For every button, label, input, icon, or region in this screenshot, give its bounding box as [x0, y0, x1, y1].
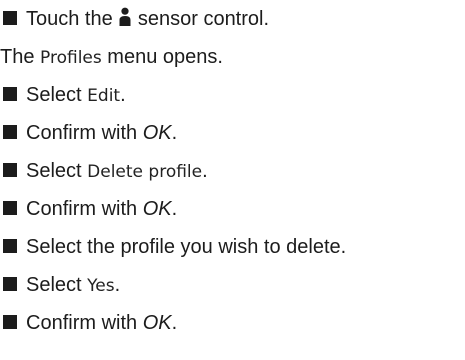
- step-confirm-ok-3: Confirm with OK.: [0, 311, 177, 335]
- bullet-square: [3, 125, 17, 139]
- bullet-square: [3, 163, 17, 177]
- step-text: .: [114, 274, 121, 296]
- ui-term-yes: Yes: [87, 276, 115, 296]
- bullet-square: [3, 11, 17, 25]
- step-text: .: [171, 198, 178, 220]
- step-text: .: [120, 84, 126, 106]
- result-profiles-menu: The Profiles menu opens.: [0, 45, 223, 69]
- ui-term-profiles: Profiles: [40, 48, 102, 68]
- step-text: Select the profile you wish to delete.: [26, 236, 347, 258]
- ui-term-ok: OK: [142, 312, 172, 334]
- ui-term-edit: Edit: [87, 86, 121, 106]
- step-text: Confirm with: [26, 312, 143, 334]
- ui-term-ok: OK: [142, 122, 172, 144]
- bullet-square: [3, 277, 17, 291]
- step-text: Touch the: [26, 8, 119, 30]
- step-text: Select: [26, 84, 88, 106]
- bullet-square: [3, 201, 17, 215]
- result-text: The: [0, 46, 41, 68]
- bullet-square: [3, 239, 17, 253]
- step-text: Select: [26, 274, 88, 296]
- ui-term-delete-profile: Delete profile: [87, 162, 203, 182]
- bullet-square: [3, 87, 17, 101]
- step-select-profile: Select the profile you wish to delete.: [0, 235, 346, 259]
- step-text: .: [202, 160, 208, 182]
- step-select-edit: Select Edit.: [0, 83, 126, 107]
- step-confirm-ok-2: Confirm with OK.: [0, 197, 177, 221]
- ui-term-ok: OK: [142, 198, 172, 220]
- step-select-yes: Select Yes.: [0, 273, 120, 297]
- step-text: Confirm with: [26, 198, 143, 220]
- person-icon: [119, 7, 131, 26]
- step-select-delete-profile: Select Delete profile.: [0, 159, 208, 183]
- step-text: sensor control.: [132, 8, 270, 30]
- step-text: .: [171, 122, 178, 144]
- step-text: .: [171, 312, 178, 334]
- result-text: menu opens.: [101, 46, 223, 68]
- bullet-square: [3, 315, 17, 329]
- step-text: Confirm with: [26, 122, 143, 144]
- step-confirm-ok-1: Confirm with OK.: [0, 121, 177, 145]
- step-text: Select: [26, 160, 88, 182]
- step-touch-sensor: Touch the sensor control.: [0, 7, 269, 31]
